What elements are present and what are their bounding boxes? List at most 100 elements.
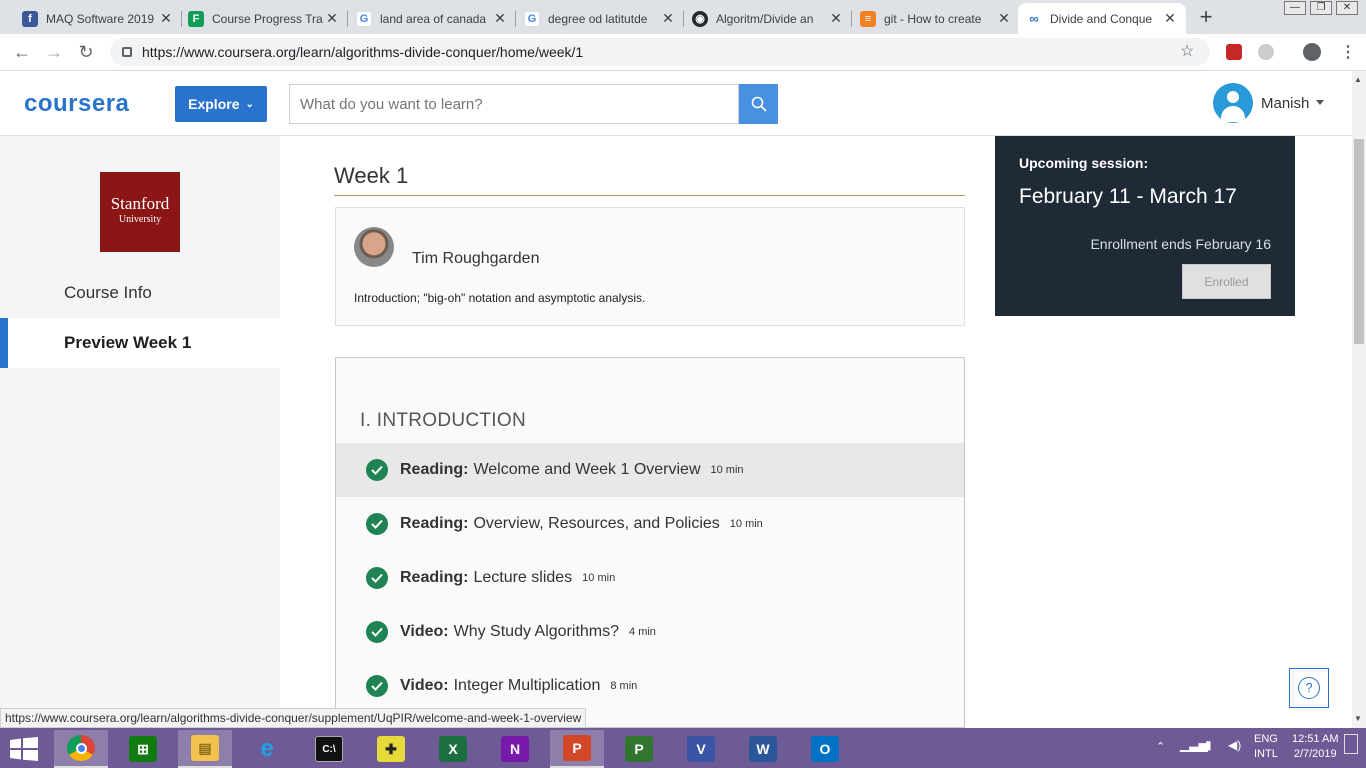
module-title: I. INTRODUCTION <box>360 410 526 431</box>
address-bar[interactable]: https://www.coursera.org/learn/algorithm… <box>110 38 1210 66</box>
browser-tab[interactable]: ≡ git - How to create ✕ <box>852 3 1020 34</box>
outlook-icon: O <box>811 736 839 762</box>
browser-menu-icon[interactable]: ⋮ <box>1340 42 1356 62</box>
list-item[interactable]: Reading: Lecture slides 10 min <box>336 551 964 605</box>
word-icon: W <box>749 736 777 762</box>
instructor-name[interactable]: Tim Roughgarden <box>412 250 539 268</box>
tab-title: land area of canada <box>380 11 487 26</box>
item-type: Video: <box>400 623 449 640</box>
explore-button[interactable]: Explore ⌄ <box>175 86 267 122</box>
scroll-down-icon[interactable]: ▼ <box>1354 714 1362 723</box>
new-tab-button[interactable]: + <box>1194 6 1218 30</box>
visio-taskbar-icon[interactable]: V <box>674 730 728 768</box>
list-item[interactable]: Reading: Welcome and Week 1 Overview 10 … <box>336 443 964 497</box>
item-type: Reading: <box>400 461 469 478</box>
search-input[interactable] <box>289 84 739 124</box>
user-name[interactable]: Manish <box>1261 95 1309 112</box>
scrollbar-thumb[interactable] <box>1354 139 1364 344</box>
browser-tab[interactable]: G degree od latitutde ✕ <box>516 3 684 34</box>
browser-tab[interactable]: ◉ Algoritm/Divide an ✕ <box>684 3 852 34</box>
excel-taskbar-icon[interactable]: X <box>426 730 480 768</box>
browser-tab[interactable]: f MAQ Software 2019 ✕ <box>14 3 182 34</box>
outlook-taskbar-icon[interactable]: O <box>798 730 852 768</box>
close-tab-icon[interactable]: ✕ <box>492 10 508 27</box>
list-item[interactable]: Video: Why Study Algorithms? 4 min <box>336 605 964 659</box>
project-icon: P <box>625 736 653 762</box>
github-icon: ◉ <box>692 10 708 27</box>
sidebar-item-preview-week[interactable]: Preview Week 1 <box>0 318 280 368</box>
back-icon[interactable]: ← <box>10 41 34 65</box>
coursera-icon: ∞ <box>1026 10 1042 27</box>
close-tab-icon[interactable]: ✕ <box>660 10 676 27</box>
session-label: Upcoming session: <box>1019 155 1149 171</box>
week-description: Introduction; "big-oh" notation and asym… <box>354 291 646 305</box>
minimize-icon[interactable]: — <box>1284 1 1306 15</box>
windows-start-icon[interactable] <box>10 737 38 761</box>
sidebar-item-label: Preview Week 1 <box>64 333 192 352</box>
enrolled-button[interactable]: Enrolled <box>1182 264 1271 299</box>
bookmark-star-icon[interactable]: ☆ <box>1180 41 1194 61</box>
item-name: Lecture slides <box>473 569 573 586</box>
enrollment-deadline: Enrollment ends February 16 <box>1090 236 1271 252</box>
browser-tab-active[interactable]: ∞ Divide and Conque ✕ <box>1018 3 1186 34</box>
internet-explorer-icon: e <box>260 735 274 762</box>
browser-profile-icon[interactable] <box>1303 43 1321 61</box>
avatar[interactable] <box>1213 83 1253 123</box>
chevron-up-icon[interactable]: ⌃ <box>1156 740 1165 755</box>
network-icon[interactable]: ▁▃▅ <box>1180 738 1208 753</box>
sidebar-item-course-info[interactable]: Course Info <box>0 268 280 318</box>
notifications-icon[interactable] <box>1344 734 1358 754</box>
search-button[interactable] <box>739 84 778 124</box>
excel-icon: X <box>439 736 467 762</box>
ie-taskbar-icon[interactable]: e <box>240 730 294 768</box>
item-duration: 4 min <box>629 626 656 638</box>
chrome-taskbar-icon[interactable] <box>54 730 108 768</box>
reload-icon[interactable]: ↻ <box>74 41 98 65</box>
close-tab-icon[interactable]: ✕ <box>324 10 340 27</box>
caret-down-icon[interactable] <box>1316 100 1324 105</box>
cmd-taskbar-icon[interactable]: C:\ <box>302 730 356 768</box>
extension-icon[interactable] <box>1258 44 1274 60</box>
item-name: Welcome and Week 1 Overview <box>473 461 701 478</box>
window-controls: — ❐ ✕ <box>1284 1 1358 15</box>
check-icon <box>366 513 388 535</box>
list-item[interactable]: Reading: Overview, Resources, and Polici… <box>336 497 964 551</box>
store-taskbar-icon[interactable]: ⊞ <box>116 730 170 768</box>
app-taskbar-icon[interactable]: ✚ <box>364 730 418 768</box>
close-tab-icon[interactable]: ✕ <box>828 10 844 27</box>
close-tab-icon[interactable]: ✕ <box>1162 10 1178 27</box>
clock[interactable]: 12:51 AM 2/7/2019 <box>1292 732 1338 762</box>
battery-icon[interactable]: ▮ <box>1205 738 1212 753</box>
browser-tab[interactable]: G land area of canada ✕ <box>348 3 516 34</box>
word-taskbar-icon[interactable]: W <box>736 730 790 768</box>
item-type: Reading: <box>400 569 469 586</box>
list-item[interactable]: Video: Integer Multiplication 8 min <box>336 659 964 713</box>
close-tab-icon[interactable]: ✕ <box>158 10 174 27</box>
google-icon: G <box>524 10 540 27</box>
extension-icon[interactable] <box>1226 44 1242 60</box>
lock-icon <box>122 47 132 57</box>
close-tab-icon[interactable]: ✕ <box>996 10 1012 27</box>
search-icon <box>751 96 767 112</box>
project-taskbar-icon[interactable]: P <box>612 730 666 768</box>
language-indicator[interactable]: ENG INTL <box>1254 732 1278 762</box>
coursera-logo[interactable]: coursera <box>24 90 129 118</box>
logo-line2: University <box>118 214 162 225</box>
forward-icon[interactable]: → <box>42 41 66 65</box>
restore-icon[interactable]: ❐ <box>1310 1 1332 15</box>
item-duration: 10 min <box>710 464 744 476</box>
powerpoint-taskbar-icon[interactable]: P <box>550 730 604 768</box>
browser-tab[interactable]: F Course Progress Tra ✕ <box>180 3 348 34</box>
cmd-icon: C:\ <box>315 736 343 762</box>
onenote-taskbar-icon[interactable]: N <box>488 730 542 768</box>
close-window-icon[interactable]: ✕ <box>1336 1 1358 15</box>
tab-title: Divide and Conque <box>1050 11 1153 26</box>
explorer-taskbar-icon[interactable]: ▤ <box>178 730 232 768</box>
session-panel: Upcoming session: February 11 - March 17… <box>995 136 1295 316</box>
volume-icon[interactable]: ◀) <box>1228 738 1241 753</box>
sheets-icon: F <box>188 10 204 27</box>
facebook-icon: f <box>22 10 38 27</box>
help-button[interactable]: ? <box>1289 668 1329 708</box>
scroll-up-icon[interactable]: ▲ <box>1354 75 1362 84</box>
tab-title: MAQ Software 2019 <box>46 11 155 26</box>
